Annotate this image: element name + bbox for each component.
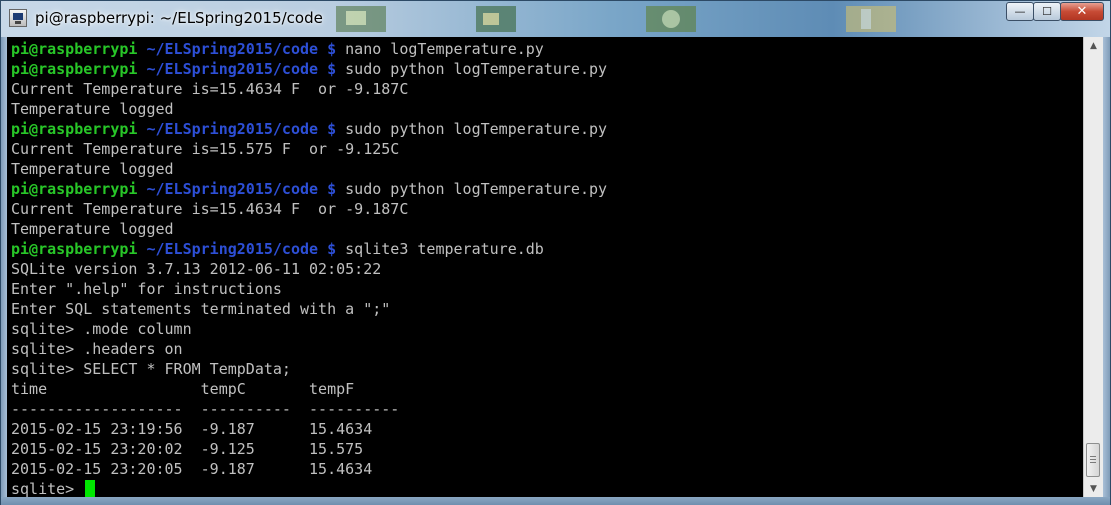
prompt-symbol: $ (327, 180, 337, 198)
taskbar-thumbnail-decor (846, 6, 896, 32)
maximize-button[interactable]: ☐ (1033, 2, 1061, 21)
command-text: sqlite3 temperature.db (345, 240, 544, 258)
prompt-symbol: $ (327, 120, 337, 138)
scroll-up-arrow-icon[interactable]: ▲ (1084, 37, 1103, 54)
prompt-line: pi@raspberrypi ~/ELSpring2015/code $ sud… (11, 59, 607, 79)
output-line: Current Temperature is=15.4634 F or -9.1… (11, 79, 607, 99)
window-title: pi@raspberrypi: ~/ELSpring2015/code (35, 9, 323, 27)
output-text: time tempC tempF (11, 380, 355, 398)
prompt-path: ~/ELSpring2015/code (146, 180, 319, 198)
output-line: ------------------- ---------- ---------… (11, 399, 607, 419)
prompt-user: pi@raspberrypi (11, 180, 138, 198)
taskbar-thumbnail-decor (336, 6, 386, 32)
output-line: 2015-02-15 23:20:02 -9.125 15.575 (11, 439, 607, 459)
command-text: sudo python logTemperature.py (345, 120, 608, 138)
output-line: Temperature logged (11, 159, 607, 179)
prompt-path: ~/ELSpring2015/code (146, 40, 319, 58)
prompt-line: pi@raspberrypi ~/ELSpring2015/code $ sql… (11, 239, 607, 259)
output-line: sqlite> .headers on (11, 339, 607, 359)
taskbar-thumbnail-decor (646, 6, 696, 32)
scrollbar-thumb[interactable] (1086, 443, 1100, 477)
prompt-line: pi@raspberrypi ~/ELSpring2015/code $ sud… (11, 119, 607, 139)
scroll-down-arrow-icon[interactable]: ▼ (1084, 480, 1103, 497)
output-text: SQLite version 3.7.13 2012-06-11 02:05:2… (11, 260, 382, 278)
putty-app-icon[interactable] (9, 9, 27, 27)
title-bar[interactable]: pi@raspberrypi: ~/ELSpring2015/code — ☐ … (1, 1, 1110, 37)
window-border-bottom (1, 497, 1110, 505)
prompt-symbol: $ (327, 60, 337, 78)
taskbar-thumbnail-decor (476, 6, 516, 32)
command-text: nano logTemperature.py (345, 40, 544, 58)
output-text: Temperature logged (11, 160, 174, 178)
output-text: 2015-02-15 23:20:05 -9.187 15.4634 (11, 460, 373, 478)
output-text: 2015-02-15 23:19:56 -9.187 15.4634 (11, 420, 373, 438)
terminal-area[interactable]: pi@raspberrypi ~/ELSpring2015/code $ nan… (7, 37, 1083, 497)
output-line: 2015-02-15 23:20:05 -9.187 15.4634 (11, 459, 607, 479)
output-line: Enter ".help" for instructions (11, 279, 607, 299)
output-line: 2015-02-15 23:19:56 -9.187 15.4634 (11, 419, 607, 439)
output-line: Enter SQL statements terminated with a "… (11, 299, 607, 319)
output-line: sqlite> .mode column (11, 319, 607, 339)
output-line: Temperature logged (11, 99, 607, 119)
close-button[interactable]: ✕ (1060, 2, 1104, 21)
output-text: Enter ".help" for instructions (11, 280, 282, 298)
prompt-line: pi@raspberrypi ~/ELSpring2015/code $ nan… (11, 39, 607, 59)
vertical-scrollbar[interactable]: ▲ ▼ (1083, 37, 1103, 497)
output-text: ------------------- ---------- ---------… (11, 400, 400, 418)
output-text: Current Temperature is=15.4634 F or -9.1… (11, 200, 409, 218)
output-text: Temperature logged (11, 100, 174, 118)
output-text: Enter SQL statements terminated with a "… (11, 300, 391, 318)
output-line: SQLite version 3.7.13 2012-06-11 02:05:2… (11, 259, 607, 279)
output-text: Current Temperature is=15.575 F or -9.12… (11, 140, 400, 158)
prompt-symbol: $ (327, 240, 337, 258)
prompt-user: pi@raspberrypi (11, 60, 138, 78)
output-text: sqlite> SELECT * FROM TempData; (11, 360, 291, 378)
command-text: sudo python logTemperature.py (345, 60, 608, 78)
terminal-output: pi@raspberrypi ~/ELSpring2015/code $ nan… (11, 39, 607, 497)
prompt-user: pi@raspberrypi (11, 40, 138, 58)
sqlite-prompt: sqlite> (11, 480, 84, 497)
text-cursor (85, 480, 96, 497)
output-text: sqlite> .mode column (11, 320, 192, 338)
output-text: 2015-02-15 23:20:02 -9.125 15.575 (11, 440, 364, 458)
output-line: sqlite> (11, 479, 607, 497)
minimize-button[interactable]: — (1006, 2, 1034, 21)
output-line: time tempC tempF (11, 379, 607, 399)
prompt-path: ~/ELSpring2015/code (146, 60, 319, 78)
output-text: Temperature logged (11, 220, 174, 238)
output-line: sqlite> SELECT * FROM TempData; (11, 359, 607, 379)
output-line: Current Temperature is=15.4634 F or -9.1… (11, 199, 607, 219)
prompt-user: pi@raspberrypi (11, 240, 138, 258)
output-line: Temperature logged (11, 219, 607, 239)
output-line: Current Temperature is=15.575 F or -9.12… (11, 139, 607, 159)
output-text: Current Temperature is=15.4634 F or -9.1… (11, 80, 409, 98)
window-border-right (1103, 37, 1110, 504)
prompt-symbol: $ (327, 40, 337, 58)
prompt-line: pi@raspberrypi ~/ELSpring2015/code $ sud… (11, 179, 607, 199)
prompt-path: ~/ELSpring2015/code (146, 240, 319, 258)
command-text: sudo python logTemperature.py (345, 180, 608, 198)
terminal-window: pi@raspberrypi: ~/ELSpring2015/code — ☐ … (0, 0, 1111, 505)
prompt-user: pi@raspberrypi (11, 120, 138, 138)
output-text: sqlite> .headers on (11, 340, 183, 358)
prompt-path: ~/ELSpring2015/code (146, 120, 319, 138)
